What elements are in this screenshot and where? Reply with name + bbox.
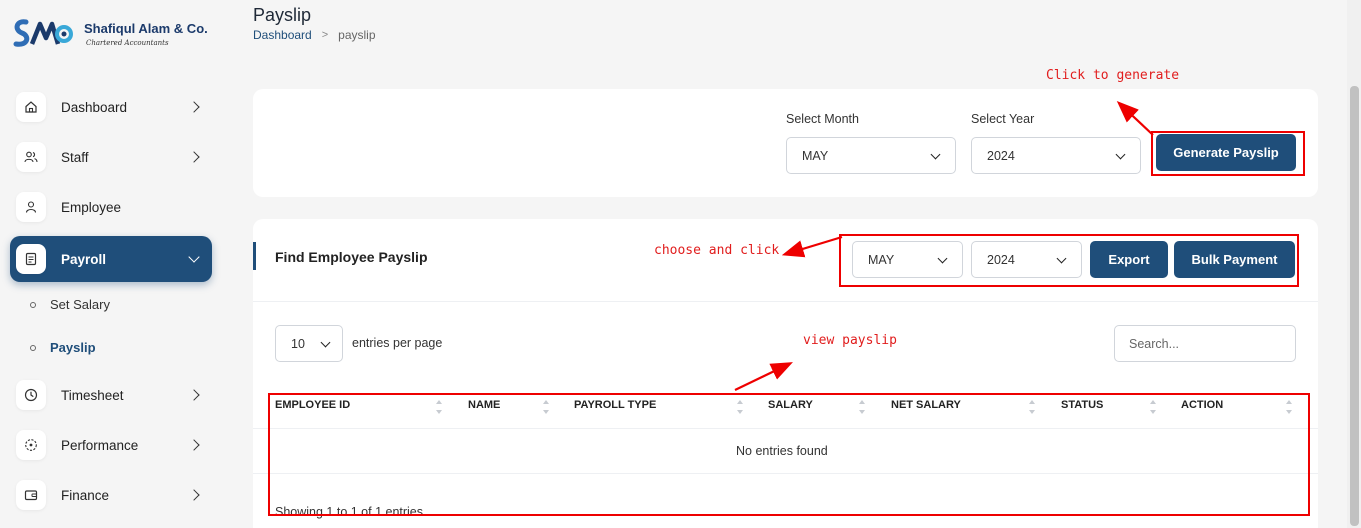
annotation-box-filters (839, 234, 1299, 287)
sidebar-item-label: Timesheet (61, 387, 124, 403)
sidebar: Shafiqul Alam & Co. Chartered Accountant… (0, 0, 228, 528)
select-value: MAY (802, 148, 829, 163)
select-value: 2024 (987, 148, 1015, 163)
chevron-right-icon (188, 101, 200, 113)
sidebar-item-performance[interactable]: Performance (10, 422, 212, 468)
user-icon (16, 192, 46, 222)
annotation-click-to-generate: Click to generate (1046, 68, 1180, 83)
section-accent-bar (253, 242, 256, 270)
breadcrumb-current: payslip (338, 28, 376, 42)
breadcrumb-home-link[interactable]: Dashboard (253, 28, 312, 42)
generate-year-select[interactable]: 2024 (971, 137, 1141, 174)
chevron-down-icon (320, 337, 331, 348)
breadcrumb: Dashboard > payslip (253, 28, 376, 42)
annotation-view-payslip: view payslip (803, 333, 897, 348)
sidebar-item-label: Staff (61, 149, 89, 165)
annotation-box-table (268, 393, 1310, 516)
select-year-label: Select Year (971, 112, 1035, 126)
brand-tagline: Chartered Accountants (86, 39, 169, 47)
chevron-right-icon (188, 489, 200, 501)
chevron-down-icon (1115, 149, 1126, 160)
users-icon (16, 142, 46, 172)
sidebar-item-finance[interactable]: Finance (10, 472, 212, 518)
wallet-icon (16, 480, 46, 510)
sidebar-item-label: Employee (61, 199, 122, 215)
search-input[interactable]: Search... (1114, 325, 1296, 362)
find-payslip-title: Find Employee Payslip (275, 249, 428, 265)
page-scrollbar[interactable] (1347, 0, 1361, 528)
annotation-choose-and-click: choose and click (654, 243, 780, 258)
bullet-icon (30, 344, 36, 351)
clock-icon (16, 380, 46, 410)
sidebar-item-timesheet[interactable]: Timesheet (10, 372, 212, 418)
generate-month-select[interactable]: MAY (786, 137, 956, 174)
sidebar-item-label: Dashboard (61, 99, 128, 115)
sidebar-subitem-payslip[interactable]: Payslip (30, 340, 96, 355)
sidebar-subitem-set-salary[interactable]: Set Salary (30, 297, 110, 312)
performance-icon (16, 430, 46, 460)
chevron-down-icon (930, 149, 941, 160)
sidebar-item-label: Payroll (61, 251, 107, 267)
chevron-right-icon (188, 151, 200, 163)
scrollbar-thumb[interactable] (1350, 86, 1359, 526)
card-divider (253, 301, 1318, 302)
entries-per-page-select[interactable]: 10 (275, 325, 343, 362)
sidebar-subitem-label: Set Salary (50, 297, 110, 312)
sidebar-item-staff[interactable]: Staff (10, 134, 212, 180)
sidebar-item-label: Finance (61, 487, 110, 503)
chevron-right-icon (188, 439, 200, 451)
document-icon (16, 244, 46, 274)
home-icon (16, 92, 46, 122)
brand-logo[interactable]: Shafiqul Alam & Co. Chartered Accountant… (12, 14, 208, 54)
brand-name: Shafiqul Alam & Co. (84, 21, 208, 36)
sidebar-subitem-label: Payslip (50, 340, 96, 355)
page-title: Payslip (253, 5, 312, 25)
select-value: 10 (291, 336, 305, 351)
breadcrumb-separator-icon: > (321, 29, 329, 41)
entries-per-page-label: entries per page (352, 336, 443, 350)
annotation-box-generate (1151, 131, 1305, 176)
sidebar-item-dashboard[interactable]: Dashboard (10, 84, 212, 130)
sidebar-item-label: Performance (61, 437, 139, 453)
select-month-label: Select Month (786, 112, 859, 126)
logo-mark-icon (12, 14, 74, 54)
chevron-down-icon (188, 251, 200, 263)
bullet-icon (30, 301, 36, 308)
sidebar-item-payroll[interactable]: Payroll (10, 236, 212, 282)
sidebar-item-employee[interactable]: Employee (10, 184, 212, 230)
chevron-right-icon (188, 389, 200, 401)
